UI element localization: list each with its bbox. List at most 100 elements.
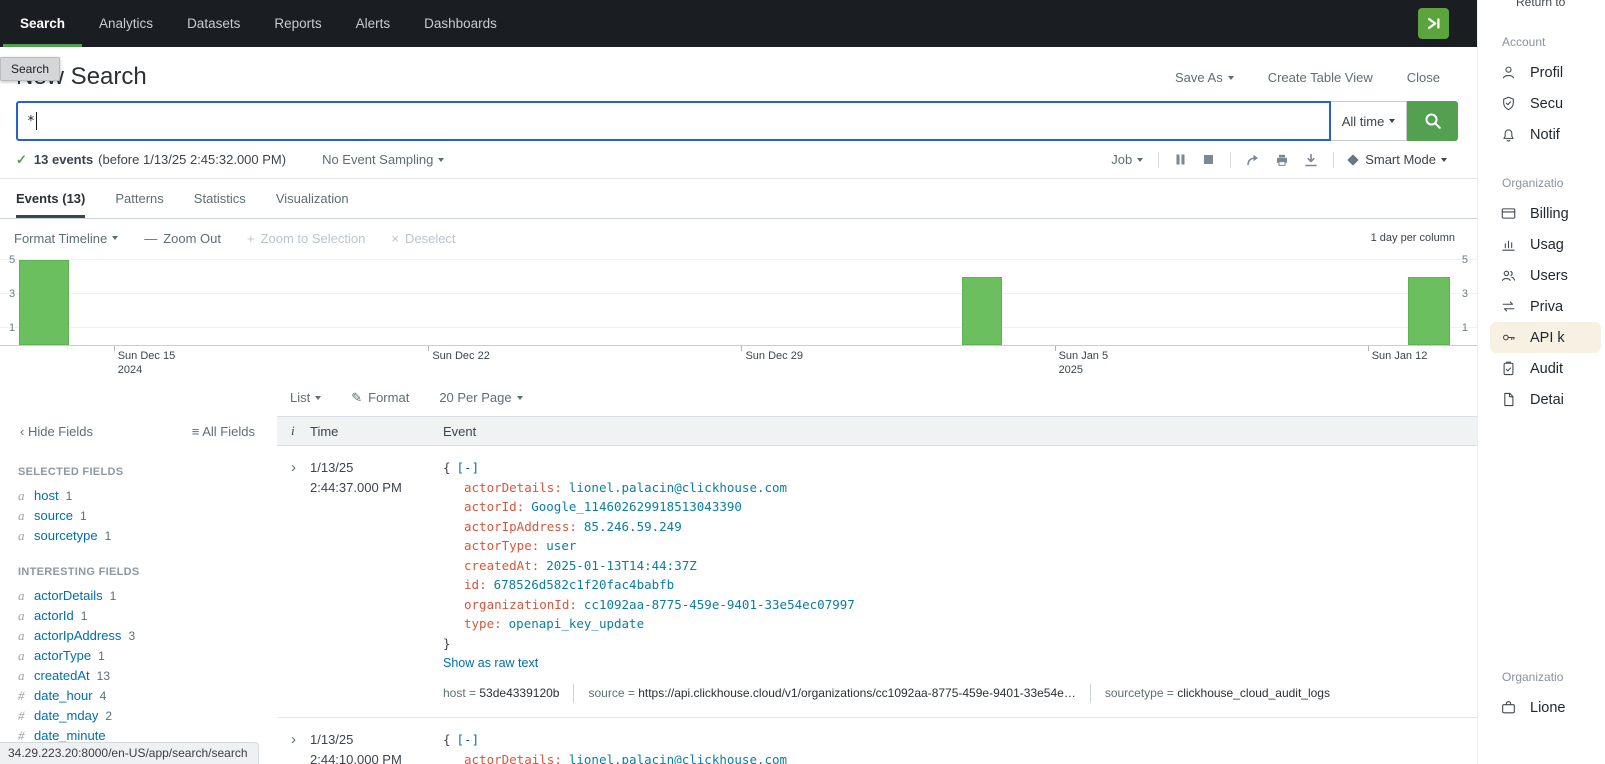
- side-panel-item[interactable]: Lione: [1490, 692, 1601, 723]
- field-item[interactable]: # date_hour 4: [0, 686, 277, 706]
- field-count: 1: [81, 609, 88, 623]
- event-row[interactable]: › 1/13/25 2:44:10.000 PM {[-] actorDetai…: [277, 718, 1477, 764]
- side-panel-item-label: Lione: [1530, 700, 1565, 716]
- timeline-plot-area: [0, 257, 1477, 345]
- results-tab[interactable]: Statistics: [194, 179, 246, 218]
- search-button[interactable]: [1407, 101, 1458, 141]
- event-meta-field[interactable]: sourcehttps://api.clickhouse.cloud/v1/or…: [573, 684, 1089, 704]
- nav-item[interactable]: Datasets: [170, 0, 257, 47]
- timeline-bar[interactable]: [962, 277, 1003, 345]
- json-close-line: }: [443, 634, 1477, 654]
- timeline-bar[interactable]: [1408, 277, 1450, 345]
- deselect-button[interactable]: ×Deselect: [391, 231, 455, 246]
- field-name: host: [34, 488, 59, 503]
- json-value: lionel.palacin@clickhouse.com: [569, 480, 787, 495]
- field-item[interactable]: a actorType 1: [0, 646, 277, 666]
- side-panel-item[interactable]: Secu: [1490, 88, 1601, 119]
- json-value: 678526d582c1f20fac4babfb: [494, 577, 675, 592]
- time-range-picker[interactable]: All time: [1331, 101, 1407, 141]
- all-fields-button[interactable]: ≡ All Fields: [192, 424, 255, 439]
- field-item[interactable]: a actorDetails 1: [0, 586, 277, 606]
- field-item[interactable]: a sourcetype 1: [0, 526, 277, 546]
- search-input[interactable]: *: [16, 101, 1331, 141]
- zoom-to-selection-button[interactable]: +Zoom to Selection: [247, 231, 365, 246]
- json-value: 85.246.59.249: [584, 519, 682, 534]
- show-raw-text-link[interactable]: Show as raw text: [443, 654, 538, 674]
- nav-item[interactable]: Dashboards: [407, 0, 514, 47]
- nav-item[interactable]: Reports: [257, 0, 338, 47]
- field-item[interactable]: # date_mday 2: [0, 706, 277, 726]
- zoom-out-button[interactable]: —Zoom Out: [144, 231, 221, 246]
- job-menu[interactable]: Job: [1111, 152, 1143, 167]
- timeline-chart[interactable]: 5 3 1 5 3 1: [0, 257, 1477, 345]
- side-panel-item-label: Notif: [1530, 127, 1560, 143]
- side-panel-item-label: Usag: [1530, 237, 1564, 253]
- json-key: actorIpAddress: [464, 519, 577, 534]
- share-job-button[interactable]: [1246, 153, 1260, 167]
- format-timeline-dropdown[interactable]: Format Timeline: [14, 231, 118, 246]
- meta-key: host: [443, 686, 479, 700]
- side-panel-item[interactable]: Billing: [1490, 198, 1601, 229]
- event-meta-field[interactable]: sourcetypeclickhouse_cloud_audit_logs: [1090, 684, 1344, 704]
- create-table-view-button[interactable]: Create Table View: [1268, 70, 1373, 85]
- return-to-link[interactable]: Return to: [1516, 0, 1605, 9]
- nav-item[interactable]: Alerts: [339, 0, 408, 47]
- nav-item[interactable]: Analytics: [82, 0, 170, 47]
- collapse-json-link[interactable]: [-]: [457, 460, 480, 475]
- expand-event-icon[interactable]: ›: [277, 458, 310, 703]
- nav-item[interactable]: Search: [3, 0, 82, 47]
- per-page-dropdown[interactable]: 20 Per Page: [439, 390, 522, 405]
- field-item[interactable]: a createdAt 13: [0, 666, 277, 686]
- selected-fields-list: a host 1 a source 1 a sourcetype 1: [0, 486, 277, 546]
- app-launcher-icon[interactable]: [1418, 8, 1449, 39]
- close-button[interactable]: Close: [1407, 70, 1440, 85]
- side-panel-item[interactable]: Detai: [1490, 384, 1601, 415]
- side-panel-item[interactable]: Profil: [1490, 57, 1601, 88]
- json-open-line: {[-]: [443, 458, 1477, 478]
- side-panel-item[interactable]: Users: [1490, 260, 1601, 291]
- field-item[interactable]: a actorIpAddress 3: [0, 626, 277, 646]
- side-panel-item[interactable]: Priva: [1490, 291, 1601, 322]
- field-count: 13: [97, 669, 110, 683]
- event-json-field: organizationIdcc1092aa-8775-459e-9401-33…: [443, 595, 1477, 615]
- selected-fields-label: SELECTED FIELDS: [18, 466, 277, 478]
- timeline-x-axis: Sun Dec 152024Sun Dec 22Sun Dec 29Sun Ja…: [0, 345, 1477, 379]
- field-item[interactable]: a host 1: [0, 486, 277, 506]
- event-time: 2:44:37.000 PM: [310, 478, 443, 498]
- event-json-field: actorIdGoogle_114602629918513043390: [443, 497, 1477, 517]
- search-mode-selector[interactable]: Smart Mode: [1349, 152, 1447, 167]
- side-panel-item[interactable]: Audit: [1490, 353, 1601, 384]
- collapse-json-link[interactable]: [-]: [457, 732, 480, 747]
- print-button[interactable]: [1275, 153, 1289, 167]
- format-results-button[interactable]: ✎Format: [351, 390, 409, 406]
- organization-section-items: Billing Usag Users Priva API k Audit Det…: [1478, 198, 1605, 415]
- results-tab[interactable]: Patterns: [115, 179, 163, 218]
- caret-down-icon: [517, 396, 523, 400]
- save-as-button[interactable]: Save As: [1175, 70, 1234, 85]
- export-button[interactable]: [1304, 153, 1318, 167]
- event-meta-field[interactable]: host53de4339120b: [443, 684, 573, 704]
- hide-fields-button[interactable]: ‹ Hide Fields: [20, 424, 93, 439]
- event-row[interactable]: › 1/13/25 2:44:37.000 PM {[-] actorDetai…: [277, 446, 1477, 718]
- expand-event-icon[interactable]: ›: [277, 730, 310, 764]
- nav-item-label: Analytics: [99, 16, 153, 31]
- field-item[interactable]: a actorId 1: [0, 606, 277, 626]
- nav-item-label: Search: [20, 16, 65, 31]
- results-tab[interactable]: Events (13): [16, 179, 85, 218]
- shield-icon: [1500, 95, 1517, 112]
- list-view-dropdown[interactable]: List: [290, 390, 321, 405]
- stop-job-button[interactable]: [1202, 153, 1215, 166]
- field-item[interactable]: a source 1: [0, 506, 277, 526]
- side-panel-item[interactable]: Notif: [1490, 119, 1601, 150]
- y-axis-label: 3: [9, 288, 15, 300]
- timeline-bar[interactable]: [19, 260, 69, 345]
- field-count: 3: [128, 629, 135, 643]
- field-count: 1: [66, 489, 73, 503]
- side-panel-item[interactable]: Usag: [1490, 229, 1601, 260]
- event-sampling-dropdown[interactable]: No Event Sampling: [322, 152, 444, 167]
- job-status-bar: ✓ 13 events (before 1/13/25 2:45:32.000 …: [0, 141, 1477, 179]
- side-panel-item[interactable]: API k: [1490, 322, 1601, 353]
- pause-job-button[interactable]: [1174, 153, 1187, 166]
- events-table: i Time Event › 1/13/25 2:44:37.000 PM {[…: [277, 416, 1477, 764]
- results-tab[interactable]: Visualization: [276, 179, 349, 218]
